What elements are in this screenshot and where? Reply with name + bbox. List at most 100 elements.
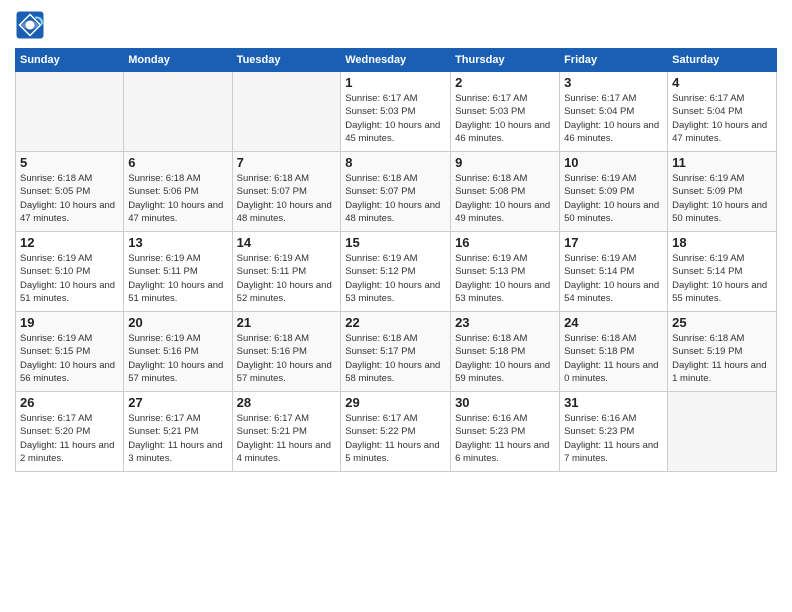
day-info: Sunrise: 6:17 AM Sunset: 5:04 PM Dayligh…: [672, 92, 772, 145]
calendar-cell: 21Sunrise: 6:18 AM Sunset: 5:16 PM Dayli…: [232, 312, 341, 392]
day-number: 7: [237, 155, 337, 170]
day-number: 11: [672, 155, 772, 170]
calendar-table: SundayMondayTuesdayWednesdayThursdayFrid…: [15, 48, 777, 472]
calendar-cell: 11Sunrise: 6:19 AM Sunset: 5:09 PM Dayli…: [668, 152, 777, 232]
day-info: Sunrise: 6:18 AM Sunset: 5:16 PM Dayligh…: [237, 332, 337, 385]
calendar-cell: 28 Sunrise: 6:17 AM Sunset: 5:21 PM Dayli…: [232, 392, 341, 472]
day-info: Sunrise: 6:19 AM Sunset: 5:14 PM Dayligh…: [672, 252, 772, 305]
day-number: 20: [128, 315, 227, 330]
header: [15, 10, 777, 40]
day-number: 28: [237, 395, 337, 410]
calendar-cell: 9 Sunrise: 6:18 AM Sunset: 5:08 PM Daylig…: [451, 152, 560, 232]
day-number: 31: [564, 395, 663, 410]
calendar-week-3: 12 Sunrise: 6:19 AM Sunset: 5:10 PM Dayli…: [16, 232, 777, 312]
calendar-cell: 1Sunrise: 6:17 AM Sunset: 5:03 PM Daylig…: [341, 72, 451, 152]
day-number: 5: [20, 155, 119, 170]
day-info: Sunrise: 6:19 AM Sunset: 5:12 PM Dayligh…: [345, 252, 446, 305]
day-number: 3: [564, 75, 663, 90]
day-header-wednesday: Wednesday: [341, 49, 451, 72]
calendar-week-5: 26 Sunrise: 6:17 AM Sunset: 5:20 PM Dayli…: [16, 392, 777, 472]
day-number: 19: [20, 315, 119, 330]
day-info: Sunrise: 6:17 AM Sunset: 5:21 PM Dayligh…: [128, 412, 227, 465]
day-number: 24: [564, 315, 663, 330]
day-info: Sunrise: 6:18 AM Sunset: 5:18 PM Dayligh…: [455, 332, 555, 385]
day-info: Sunrise: 6:18 AM Sunset: 5:18 PM Dayligh…: [564, 332, 663, 385]
day-info: Sunrise: 6:16 AM Sunset: 5:23 PM Dayligh…: [455, 412, 555, 465]
calendar-cell: 27Sunrise: 6:17 AM Sunset: 5:21 PM Dayli…: [124, 392, 232, 472]
calendar-cell: 5 Sunrise: 6:18 AM Sunset: 5:05 PM Daylig…: [16, 152, 124, 232]
calendar-cell: 24 Sunrise: 6:18 AM Sunset: 5:18 PM Dayli…: [560, 312, 668, 392]
calendar-cell: 23 Sunrise: 6:18 AM Sunset: 5:18 PM Dayli…: [451, 312, 560, 392]
day-number: 4: [672, 75, 772, 90]
day-number: 2: [455, 75, 555, 90]
calendar-cell: 14 Sunrise: 6:19 AM Sunset: 5:11 PM Dayli…: [232, 232, 341, 312]
day-info: Sunrise: 6:17 AM Sunset: 5:20 PM Dayligh…: [20, 412, 119, 465]
calendar-cell: [232, 72, 341, 152]
calendar-cell: 18 Sunrise: 6:19 AM Sunset: 5:14 PM Dayli…: [668, 232, 777, 312]
day-number: 9: [455, 155, 555, 170]
day-info: Sunrise: 6:16 AM Sunset: 5:23 PM Dayligh…: [564, 412, 663, 465]
day-number: 30: [455, 395, 555, 410]
day-info: Sunrise: 6:17 AM Sunset: 5:03 PM Dayligh…: [455, 92, 555, 145]
calendar-cell: 20 Sunrise: 6:19 AM Sunset: 5:16 PM Dayli…: [124, 312, 232, 392]
calendar-cell: 13 Sunrise: 6:19 AM Sunset: 5:11 PM Dayli…: [124, 232, 232, 312]
day-info: Sunrise: 6:17 AM Sunset: 5:22 PM Dayligh…: [345, 412, 446, 465]
calendar-week-2: 5 Sunrise: 6:18 AM Sunset: 5:05 PM Daylig…: [16, 152, 777, 232]
day-number: 26: [20, 395, 119, 410]
day-info: Sunrise: 6:19 AM Sunset: 5:11 PM Dayligh…: [128, 252, 227, 305]
calendar-cell: 16Sunrise: 6:19 AM Sunset: 5:13 PM Dayli…: [451, 232, 560, 312]
day-info: Sunrise: 6:18 AM Sunset: 5:06 PM Dayligh…: [128, 172, 227, 225]
day-info: Sunrise: 6:19 AM Sunset: 5:14 PM Dayligh…: [564, 252, 663, 305]
day-number: 22: [345, 315, 446, 330]
day-number: 29: [345, 395, 446, 410]
calendar-cell: 10 Sunrise: 6:19 AM Sunset: 5:09 PM Dayli…: [560, 152, 668, 232]
calendar-cell: 25Sunrise: 6:18 AM Sunset: 5:19 PM Dayli…: [668, 312, 777, 392]
calendar-cell: [668, 392, 777, 472]
calendar-cell: 17Sunrise: 6:19 AM Sunset: 5:14 PM Dayli…: [560, 232, 668, 312]
calendar-cell: [124, 72, 232, 152]
day-number: 12: [20, 235, 119, 250]
day-info: Sunrise: 6:17 AM Sunset: 5:04 PM Dayligh…: [564, 92, 663, 145]
day-header-friday: Friday: [560, 49, 668, 72]
day-info: Sunrise: 6:18 AM Sunset: 5:08 PM Dayligh…: [455, 172, 555, 225]
calendar-cell: 19Sunrise: 6:19 AM Sunset: 5:15 PM Dayli…: [16, 312, 124, 392]
day-number: 10: [564, 155, 663, 170]
calendar-cell: 4 Sunrise: 6:17 AM Sunset: 5:04 PM Daylig…: [668, 72, 777, 152]
day-number: 25: [672, 315, 772, 330]
day-info: Sunrise: 6:19 AM Sunset: 5:10 PM Dayligh…: [20, 252, 119, 305]
day-header-thursday: Thursday: [451, 49, 560, 72]
calendar-cell: 6 Sunrise: 6:18 AM Sunset: 5:06 PM Daylig…: [124, 152, 232, 232]
day-info: Sunrise: 6:19 AM Sunset: 5:11 PM Dayligh…: [237, 252, 337, 305]
calendar-cell: 30 Sunrise: 6:16 AM Sunset: 5:23 PM Dayli…: [451, 392, 560, 472]
calendar-week-4: 19Sunrise: 6:19 AM Sunset: 5:15 PM Dayli…: [16, 312, 777, 392]
day-number: 15: [345, 235, 446, 250]
day-header-tuesday: Tuesday: [232, 49, 341, 72]
day-number: 13: [128, 235, 227, 250]
day-number: 23: [455, 315, 555, 330]
calendar-cell: 29 Sunrise: 6:17 AM Sunset: 5:22 PM Dayli…: [341, 392, 451, 472]
calendar-cell: [16, 72, 124, 152]
day-info: Sunrise: 6:18 AM Sunset: 5:05 PM Dayligh…: [20, 172, 119, 225]
day-number: 14: [237, 235, 337, 250]
calendar-cell: 7 Sunrise: 6:18 AM Sunset: 5:07 PM Daylig…: [232, 152, 341, 232]
calendar-cell: 15 Sunrise: 6:19 AM Sunset: 5:12 PM Dayli…: [341, 232, 451, 312]
logo-icon: [15, 10, 45, 40]
calendar-cell: 22 Sunrise: 6:18 AM Sunset: 5:17 PM Dayli…: [341, 312, 451, 392]
calendar-header-row: SundayMondayTuesdayWednesdayThursdayFrid…: [16, 49, 777, 72]
calendar-cell: 8Sunrise: 6:18 AM Sunset: 5:07 PM Daylig…: [341, 152, 451, 232]
day-number: 6: [128, 155, 227, 170]
calendar-cell: 3 Sunrise: 6:17 AM Sunset: 5:04 PM Daylig…: [560, 72, 668, 152]
day-header-monday: Monday: [124, 49, 232, 72]
day-info: Sunrise: 6:19 AM Sunset: 5:13 PM Dayligh…: [455, 252, 555, 305]
day-number: 8: [345, 155, 446, 170]
calendar-cell: 12 Sunrise: 6:19 AM Sunset: 5:10 PM Dayli…: [16, 232, 124, 312]
day-header-sunday: Sunday: [16, 49, 124, 72]
day-info: Sunrise: 6:18 AM Sunset: 5:17 PM Dayligh…: [345, 332, 446, 385]
day-number: 18: [672, 235, 772, 250]
day-info: Sunrise: 6:19 AM Sunset: 5:16 PM Dayligh…: [128, 332, 227, 385]
calendar-container: SundayMondayTuesdayWednesdayThursdayFrid…: [0, 0, 792, 482]
logo: [15, 10, 49, 40]
day-info: Sunrise: 6:17 AM Sunset: 5:21 PM Dayligh…: [237, 412, 337, 465]
day-info: Sunrise: 6:18 AM Sunset: 5:07 PM Dayligh…: [237, 172, 337, 225]
day-info: Sunrise: 6:19 AM Sunset: 5:09 PM Dayligh…: [564, 172, 663, 225]
